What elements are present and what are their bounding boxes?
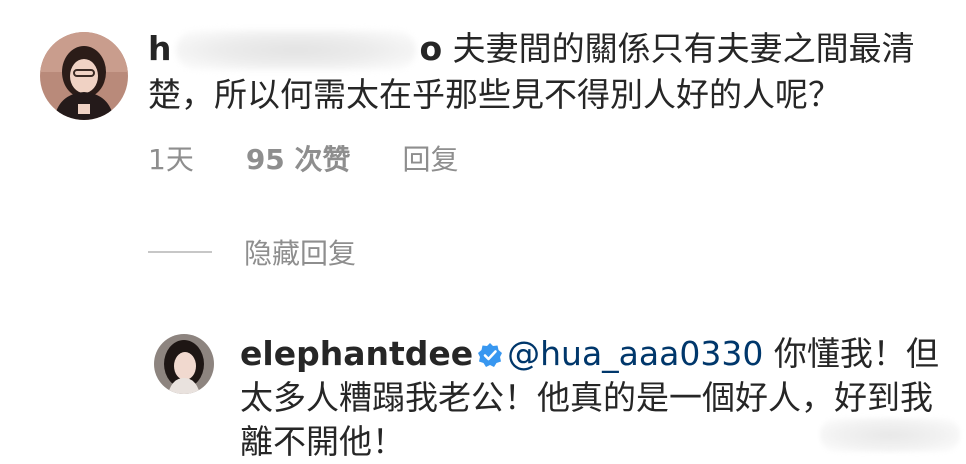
comment-text: ho 夫妻間的關係只有夫妻之間最清楚，所以何需太在乎那些見不得別人好的人呢？ (148, 26, 948, 118)
verified-badge-icon (477, 335, 503, 367)
hidden-replies-toggle[interactable]: 隐藏回复 (148, 232, 356, 272)
watermark-blur (820, 418, 960, 452)
comment-time: 1天 (148, 143, 194, 176)
divider-line (148, 251, 212, 253)
username[interactable]: elephantdee (240, 334, 473, 373)
avatar[interactable] (154, 334, 214, 394)
blurred-username-mask (175, 30, 416, 70)
avatar[interactable] (40, 32, 128, 120)
comment-item: ho 夫妻間的關係只有夫妻之間最清楚，所以何需太在乎那些見不得別人好的人呢？ 1… (0, 0, 966, 200)
likes-count[interactable]: 95 次赞 (246, 138, 351, 178)
reply-button[interactable]: 回复 (403, 138, 459, 178)
mention-link[interactable]: @hua_aaa0330 (507, 334, 763, 373)
comment-meta: 1天 95 次赞 回复 (148, 138, 459, 178)
username[interactable]: ho (148, 29, 442, 70)
hidden-replies-label: 隐藏回复 (244, 237, 357, 270)
